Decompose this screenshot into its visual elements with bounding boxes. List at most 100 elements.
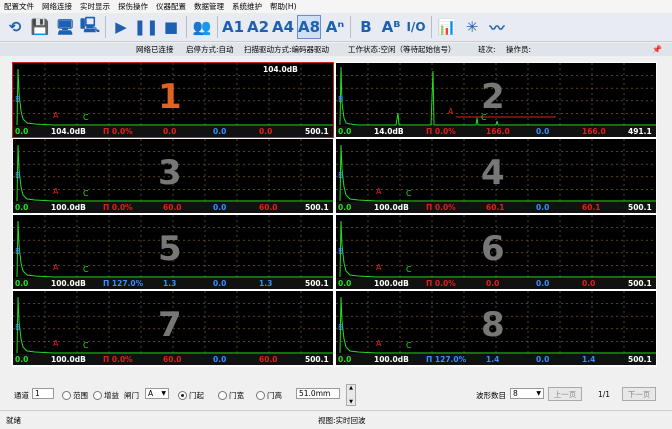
menu-item-realtime[interactable]: 实时显示 xyxy=(76,1,114,12)
gain-value: 100.0dB xyxy=(374,355,409,364)
marker-a: A xyxy=(448,107,454,116)
channel-field[interactable]: 1 xyxy=(32,388,54,399)
channel-info-bar: 0.0 100.0dB Π 0.0% 60.0 0.0 60.0 500.1 xyxy=(13,354,333,365)
a1-button[interactable]: A1 xyxy=(222,16,244,38)
monitor-icon[interactable]: 🖥 xyxy=(54,16,76,38)
menu-bar: 配置文件 网络连接 实时显示 探伤操作 仪器配置 数据管理 系统维护 帮助(H) xyxy=(0,0,672,13)
gain-value: 100.0dB xyxy=(51,203,86,212)
toolbar-separator xyxy=(431,16,432,38)
channel-panel-6[interactable]: B A C 6 0.0 100.0dB Π 0.0% 0.0 0.0 0.0 500.1 xyxy=(336,215,656,289)
depth: 0.0 xyxy=(213,279,227,288)
channel-panel-3[interactable]: B A C 3 0.0 100.0dB Π 0.0% 60.0 0.0 60.0 500.1 xyxy=(13,139,333,213)
gate-label: 闸门 xyxy=(124,391,139,400)
play-icon[interactable]: ▶ xyxy=(110,16,132,38)
menu-item-inspection[interactable]: 探伤操作 xyxy=(114,1,152,12)
open-icon[interactable]: ⟲ xyxy=(4,16,26,38)
top-gain-label: 104.0dB xyxy=(263,65,298,74)
marker-a: A xyxy=(376,339,382,348)
depth: 0.0 xyxy=(536,279,550,288)
gain-value: 100.0dB xyxy=(51,279,86,288)
depth: 0.0 xyxy=(213,203,227,212)
menu-item-help[interactable]: 帮助(H) xyxy=(266,1,301,12)
status-strip: 网络已连接 启停方式:自动 扫描驱动方式:编码器驱动 工作状态:空闲（等待起始信… xyxy=(0,43,672,56)
menu-item-instrument[interactable]: 仪器配置 xyxy=(152,1,190,12)
depth: 0.0 xyxy=(213,355,227,364)
page-indicator: 1/1 xyxy=(598,390,611,399)
channel-info-bar: 0.0 100.0dB Π 0.0% 60.1 0.0 60.1 500.1 xyxy=(336,202,656,213)
param-spinbox[interactable]: 51.0mm xyxy=(296,388,340,399)
channel-grid: B A C 1 104.0dB 0.0 104.0dB Π 0.0% 0.0 0.0 0.0 500.… xyxy=(12,62,657,367)
channel-number: 6 xyxy=(481,229,505,269)
marker-b: B xyxy=(15,95,21,104)
gate-height-radio[interactable]: 门高 xyxy=(256,390,282,401)
depth: 0.0 xyxy=(536,127,550,136)
depth: 0.0 xyxy=(536,355,550,364)
range-start: 0.0 xyxy=(338,279,352,288)
ab-button[interactable]: Aᴮ xyxy=(380,16,402,38)
prev-page-button[interactable]: 上一页 xyxy=(548,387,582,401)
horizontal-distance: 1.3 xyxy=(259,279,273,288)
range-end: 500.1 xyxy=(628,355,652,364)
channel-panel-1[interactable]: B A C 1 104.0dB 0.0 104.0dB Π 0.0% 0.0 0.0 0.0 500.… xyxy=(12,62,334,138)
view-status: 视图:实时回波 xyxy=(318,416,366,425)
range-start: 0.0 xyxy=(15,203,29,212)
monitor-settings-icon[interactable]: 🖳 xyxy=(79,16,101,38)
pin-icon[interactable]: 📌 xyxy=(652,45,662,54)
gain-radio[interactable]: 增益 xyxy=(93,390,119,401)
menu-item-data[interactable]: 数据管理 xyxy=(190,1,228,12)
marker-c: C xyxy=(406,189,412,198)
wave-icon[interactable]: 〰 xyxy=(486,16,508,38)
a2-button[interactable]: A2 xyxy=(247,16,269,38)
marker-a: A xyxy=(53,263,59,272)
range-start: 0.0 xyxy=(15,127,29,136)
range-end: 500.1 xyxy=(305,355,329,364)
a8-button[interactable]: A8 xyxy=(297,15,321,39)
param-stepper[interactable]: ▲ ▼ xyxy=(346,384,356,406)
channel-panel-8[interactable]: B A C 8 0.0 100.0dB Π 127.0% 1.4 0.0 1.4 500.1 xyxy=(336,291,656,365)
toolbar: ⟲ 💾 🖥 🖳 ▶ ❚❚ ■ 👥 A1 A2 A4 A8 Aⁿ B Aᴮ I/O 📊 ✳ 〰 xyxy=(0,13,672,42)
next-page-button[interactable]: 下一页 xyxy=(622,387,656,401)
range-start: 0.0 xyxy=(338,203,352,212)
channel-info-bar: 0.0 14.0dB Π 0.0% 166.0 0.0 166.0 491.1 xyxy=(336,126,656,137)
chart-icon[interactable]: 📊 xyxy=(436,16,458,38)
gate-width-radio[interactable]: 门宽 xyxy=(218,390,244,401)
status-bar: 就绪 视图:实时回波 xyxy=(0,410,672,429)
marker-a: A xyxy=(376,263,382,272)
channel-panel-4[interactable]: B A C 4 0.0 100.0dB Π 0.0% 60.1 0.0 60.1 500.1 xyxy=(336,139,656,213)
sound-path: 60.0 xyxy=(163,355,182,364)
menu-item-config-file[interactable]: 配置文件 xyxy=(0,1,38,12)
b-button[interactable]: B xyxy=(355,16,377,38)
channel-number: 5 xyxy=(158,229,182,269)
gate-select[interactable]: A ▼ xyxy=(145,388,169,399)
a4-button[interactable]: A4 xyxy=(272,16,294,38)
marker-a: A xyxy=(53,339,59,348)
marker-b: B xyxy=(15,323,21,332)
menu-item-maintenance[interactable]: 系统维护 xyxy=(228,1,266,12)
channel-panel-2[interactable]: B A C 2 0.0 14.0dB Π 0.0% 166.0 0.0 166.0 491.1 xyxy=(336,63,656,137)
range-radio[interactable]: 范围 xyxy=(62,390,88,401)
sound-path: 0.0 xyxy=(486,279,500,288)
channel-panel-5[interactable]: B A C 5 0.0 100.0dB Π 127.0% 1.3 0.0 1.3 500.1 xyxy=(13,215,333,289)
gain-value: 14.0dB xyxy=(374,127,404,136)
marker-b: B xyxy=(338,247,344,256)
marker-c: C xyxy=(83,341,89,350)
pause-icon[interactable]: ❚❚ xyxy=(133,16,158,38)
burst-icon[interactable]: ✳ xyxy=(461,16,483,38)
an-button[interactable]: Aⁿ xyxy=(324,16,346,38)
save-icon[interactable]: 💾 xyxy=(29,16,51,38)
depth: 0.0 xyxy=(536,203,550,212)
channel-info-bar: 0.0 104.0dB Π 0.0% 0.0 0.0 0.0 500.1 xyxy=(13,126,333,137)
gate-amplitude: Π 0.0% xyxy=(426,203,456,212)
users-icon[interactable]: 👥 xyxy=(191,16,213,38)
marker-a: A xyxy=(53,111,59,120)
menu-item-network[interactable]: 网络连接 xyxy=(38,1,76,12)
channel-panel-7[interactable]: B A C 7 0.0 100.0dB Π 0.0% 60.0 0.0 60.0 500.1 xyxy=(13,291,333,365)
horizontal-distance: 0.0 xyxy=(259,127,273,136)
io-button[interactable]: I/O xyxy=(405,16,427,38)
toolbar-separator xyxy=(350,16,351,38)
stop-icon[interactable]: ■ xyxy=(160,16,182,38)
gate-start-radio[interactable]: 门起 xyxy=(178,390,204,401)
wave-count-select[interactable]: 8 ▼ xyxy=(510,388,544,399)
sound-path: 1.4 xyxy=(486,355,500,364)
marker-b: B xyxy=(15,247,21,256)
